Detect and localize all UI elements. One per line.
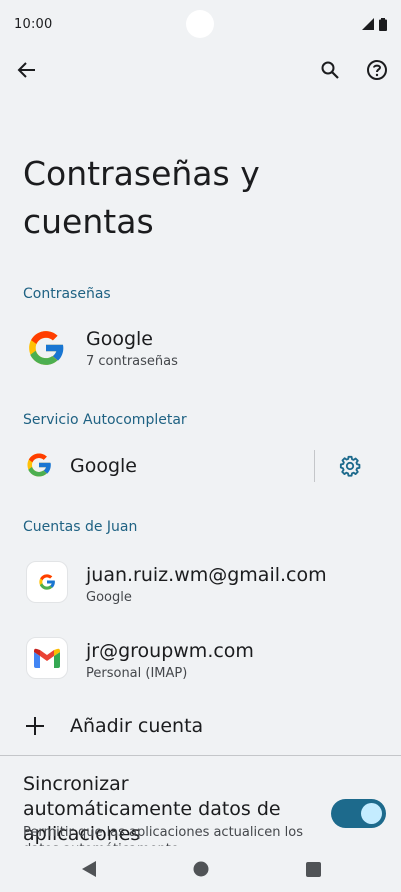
auto-sync-toggle[interactable] — [331, 799, 386, 828]
search-button[interactable] — [310, 50, 350, 90]
signal-icon — [362, 18, 374, 30]
system-nav-bar — [0, 846, 401, 892]
toggle-knob — [361, 803, 382, 824]
google-logo-icon — [27, 453, 52, 477]
nav-recents-icon — [305, 861, 321, 877]
google-logo-icon — [29, 331, 64, 365]
back-button[interactable] — [7, 50, 47, 90]
page-title: Contraseñas y cuentas — [23, 154, 260, 241]
google-account-icon — [26, 561, 68, 603]
autofill-settings-button[interactable] — [336, 452, 364, 480]
gear-icon — [339, 455, 361, 477]
camera-cutout — [186, 10, 214, 38]
section-divider — [0, 755, 401, 756]
nav-back-icon — [82, 861, 96, 877]
account-item-google[interactable]: juan.ruiz.wm@gmail.com Google — [0, 556, 401, 612]
account-email: jr@groupwm.com — [86, 640, 254, 662]
vertical-divider — [314, 450, 315, 482]
help-icon — [367, 60, 387, 80]
autofill-google-title: Google — [70, 455, 138, 477]
nav-back-button[interactable] — [80, 860, 98, 878]
account-type: Personal (IMAP) — [86, 666, 188, 681]
top-app-bar — [0, 50, 401, 90]
nav-home-button[interactable] — [192, 860, 210, 878]
autofill-section-header: Servicio Autocompletar — [23, 412, 187, 428]
search-icon — [321, 61, 339, 79]
passwords-google-item[interactable]: Google 7 contraseñas — [0, 320, 401, 380]
back-arrow-icon — [17, 62, 35, 78]
status-icons — [362, 17, 387, 31]
account-type: Google — [86, 590, 132, 605]
auto-sync-description: Permitir que las aplicaciones actualicen… — [23, 825, 303, 846]
account-email: juan.ruiz.wm@gmail.com — [86, 564, 327, 586]
battery-icon — [379, 17, 387, 31]
account-item-imap[interactable]: jr@groupwm.com Personal (IMAP) — [0, 632, 401, 688]
gmail-icon — [26, 637, 68, 679]
add-account-button[interactable]: Añadir cuenta — [0, 706, 401, 746]
status-time: 10:00 — [14, 16, 53, 32]
add-account-label: Añadir cuenta — [70, 715, 204, 737]
plus-icon — [26, 717, 44, 735]
passwords-section-header: Contraseñas — [23, 286, 111, 302]
accounts-section-header: Cuentas de Juan — [23, 519, 138, 535]
passwords-google-title: Google — [86, 328, 154, 350]
help-button[interactable] — [357, 50, 397, 90]
passwords-count: 7 contraseñas — [86, 354, 178, 369]
nav-recents-button[interactable] — [304, 860, 322, 878]
nav-home-icon — [193, 861, 209, 877]
